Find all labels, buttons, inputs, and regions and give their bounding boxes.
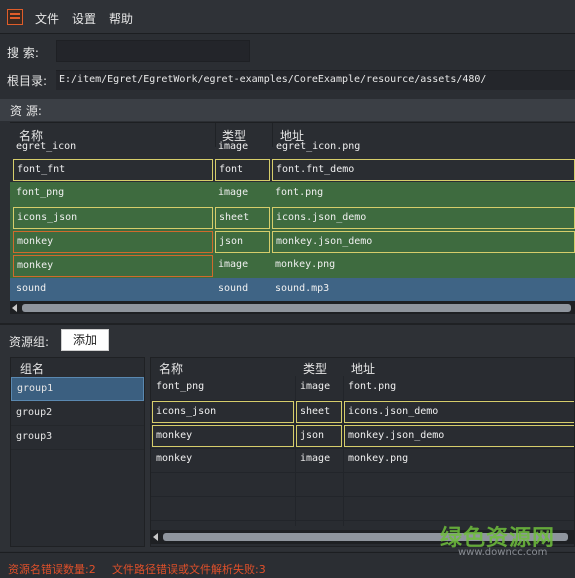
cell-name: font_png <box>16 187 65 198</box>
group-list: 组名 group1 group2 group3 <box>10 357 145 547</box>
root-dir-label: 根目录: <box>7 74 48 88</box>
search-input[interactable] <box>56 40 250 62</box>
root-dir-path[interactable]: E:/item/Egret/EgretWork/egret-examples/C… <box>56 70 575 90</box>
cell-type: image <box>300 453 331 464</box>
add-group-button[interactable]: 添加 <box>61 329 109 351</box>
cell-url: monkey.json_demo <box>344 425 574 447</box>
table-row[interactable]: monkey image monkey.png <box>151 448 574 472</box>
col-header-url[interactable]: 地址 <box>351 360 375 377</box>
cell-name: icons_json <box>152 401 294 423</box>
cell-url: sound.mp3 <box>275 283 330 294</box>
cell-url: font.fnt_demo <box>272 159 575 181</box>
cell-url: egret_icon.png <box>276 141 361 152</box>
search-label: 搜 索: <box>7 46 39 60</box>
groups-label: 资源组: <box>9 335 50 349</box>
cell-type: image <box>218 259 249 270</box>
table-row[interactable]: monkey json monkey.json_demo <box>151 424 574 448</box>
cell-type: sheet <box>215 207 270 229</box>
scroll-thumb[interactable] <box>22 304 571 312</box>
cell-type: json <box>296 425 342 447</box>
group-item-group1[interactable]: group1 <box>11 377 144 401</box>
table-row[interactable]: monkey json monkey.json_demo <box>10 230 575 254</box>
cell-url: font.png <box>275 187 324 198</box>
table-row[interactable]: font_png image font.png <box>10 182 575 206</box>
cell-url: monkey.png <box>348 453 409 464</box>
status-name-errors: 资源名错误数量:2 <box>8 563 96 576</box>
cell-name: monkey <box>152 425 294 447</box>
cell-name: font_fnt <box>13 159 213 181</box>
cell-name: sound <box>16 283 47 294</box>
resources-table: 名称 类型 地址 egret_icon image egret_icon.png… <box>10 122 575 314</box>
cell-name: egret_icon <box>16 141 77 152</box>
cell-name: font_png <box>156 381 205 392</box>
cell-type: sound <box>218 283 249 294</box>
group-item-group3[interactable]: group3 <box>11 426 144 450</box>
cell-url: icons.json_demo <box>272 207 575 229</box>
menu-file[interactable]: 文件 <box>35 10 59 27</box>
cell-url: monkey.json_demo <box>272 231 575 253</box>
group-item-group2[interactable]: group2 <box>11 402 144 426</box>
watermark-url: www.downcc.com <box>458 547 548 558</box>
resources-hscrollbar[interactable] <box>10 301 575 314</box>
group-list-header[interactable]: 组名 <box>20 360 44 377</box>
cell-type: sheet <box>296 401 342 423</box>
cell-type: json <box>215 231 270 253</box>
col-header-name[interactable]: 名称 <box>159 360 183 377</box>
table-row[interactable]: font_png image font.png <box>151 376 574 400</box>
cell-name: icons_json <box>13 207 213 229</box>
cell-name: monkey <box>13 231 213 253</box>
cell-url: font.png <box>348 381 397 392</box>
scroll-left-icon[interactable] <box>153 533 158 541</box>
group-resources-table: 名称 类型 地址 font_png image font.png icons_j… <box>150 357 575 547</box>
table-row[interactable]: monkey image monkey.png <box>10 254 575 278</box>
cell-type: font <box>215 159 270 181</box>
table-row[interactable]: icons_json sheet icons.json_demo <box>10 206 575 230</box>
cell-url: monkey.png <box>275 259 336 270</box>
table-row[interactable]: font_fnt font font.fnt_demo <box>10 158 575 182</box>
table-row[interactable]: icons_json sheet icons.json_demo <box>151 400 574 424</box>
app-logo-icon <box>7 9 23 25</box>
cell-name: monkey <box>156 453 193 464</box>
menu-help[interactable]: 帮助 <box>109 10 133 27</box>
cell-url: icons.json_demo <box>344 401 574 423</box>
cell-type: image <box>300 381 331 392</box>
status-file-errors: 文件路径错误或文件解析失败:3 <box>112 563 266 576</box>
col-header-type[interactable]: 类型 <box>303 360 327 377</box>
menu-settings[interactable]: 设置 <box>72 10 96 27</box>
scroll-left-icon[interactable] <box>12 304 17 312</box>
resources-panel-title: 资 源: <box>0 99 575 121</box>
cell-name: monkey <box>13 255 213 277</box>
table-row-selected[interactable]: sound sound sound.mp3 <box>10 278 575 302</box>
cell-type: image <box>218 187 249 198</box>
cell-type: image <box>218 141 249 152</box>
menu-bar: 文件 设置 帮助 <box>0 0 575 34</box>
